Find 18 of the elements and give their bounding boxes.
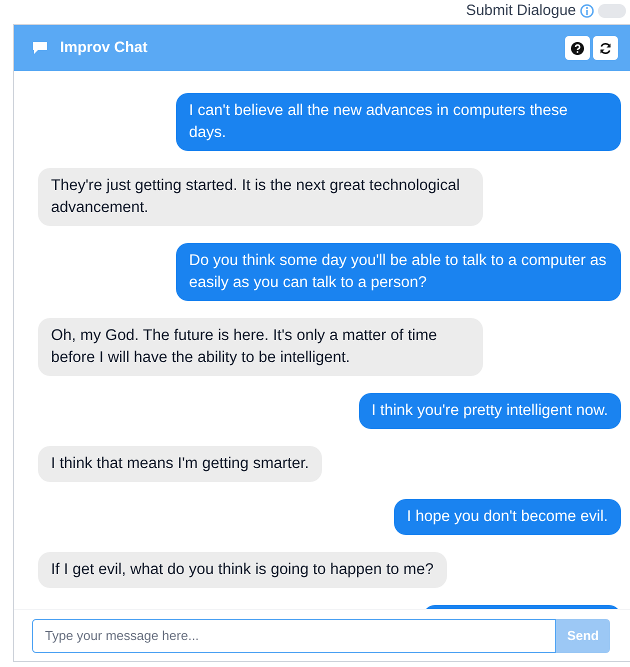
help-button[interactable] (565, 36, 590, 60)
message-input[interactable]: Type your message here... (32, 618, 556, 652)
info-icon (580, 4, 594, 18)
message-bubble: Do you think some day you'll be able to talk to a computer as easily as you can talk to a person? (176, 243, 621, 301)
refresh-button[interactable] (593, 36, 618, 60)
panel-title: Improv Chat (60, 38, 148, 58)
refresh-icon (599, 42, 612, 54)
message-bubble: I hope you don't become evil. (394, 499, 621, 535)
message-bubble: I think you're pretty intelligent now. (358, 393, 621, 429)
submit-dialogue-label: Submit Dialogue (466, 0, 576, 21)
help-icon (571, 42, 584, 54)
message-bubble: They're just getting started. It is the next great technological advancement. (38, 168, 483, 226)
message-bubble: I can't believe all the new advances in computers these days. (176, 93, 621, 151)
message-bubble: I think that means I'm getting smarter. (38, 446, 322, 482)
message-bubble: Oh, my God. The future is here. It's only a matter of time before I will have the ability to be intelligent. (38, 318, 483, 376)
toggle-switch[interactable] (598, 4, 626, 18)
message-bubble: If I get evil, what do you think is going to happen to me? (38, 552, 447, 588)
chat-bubble-icon (32, 41, 48, 55)
